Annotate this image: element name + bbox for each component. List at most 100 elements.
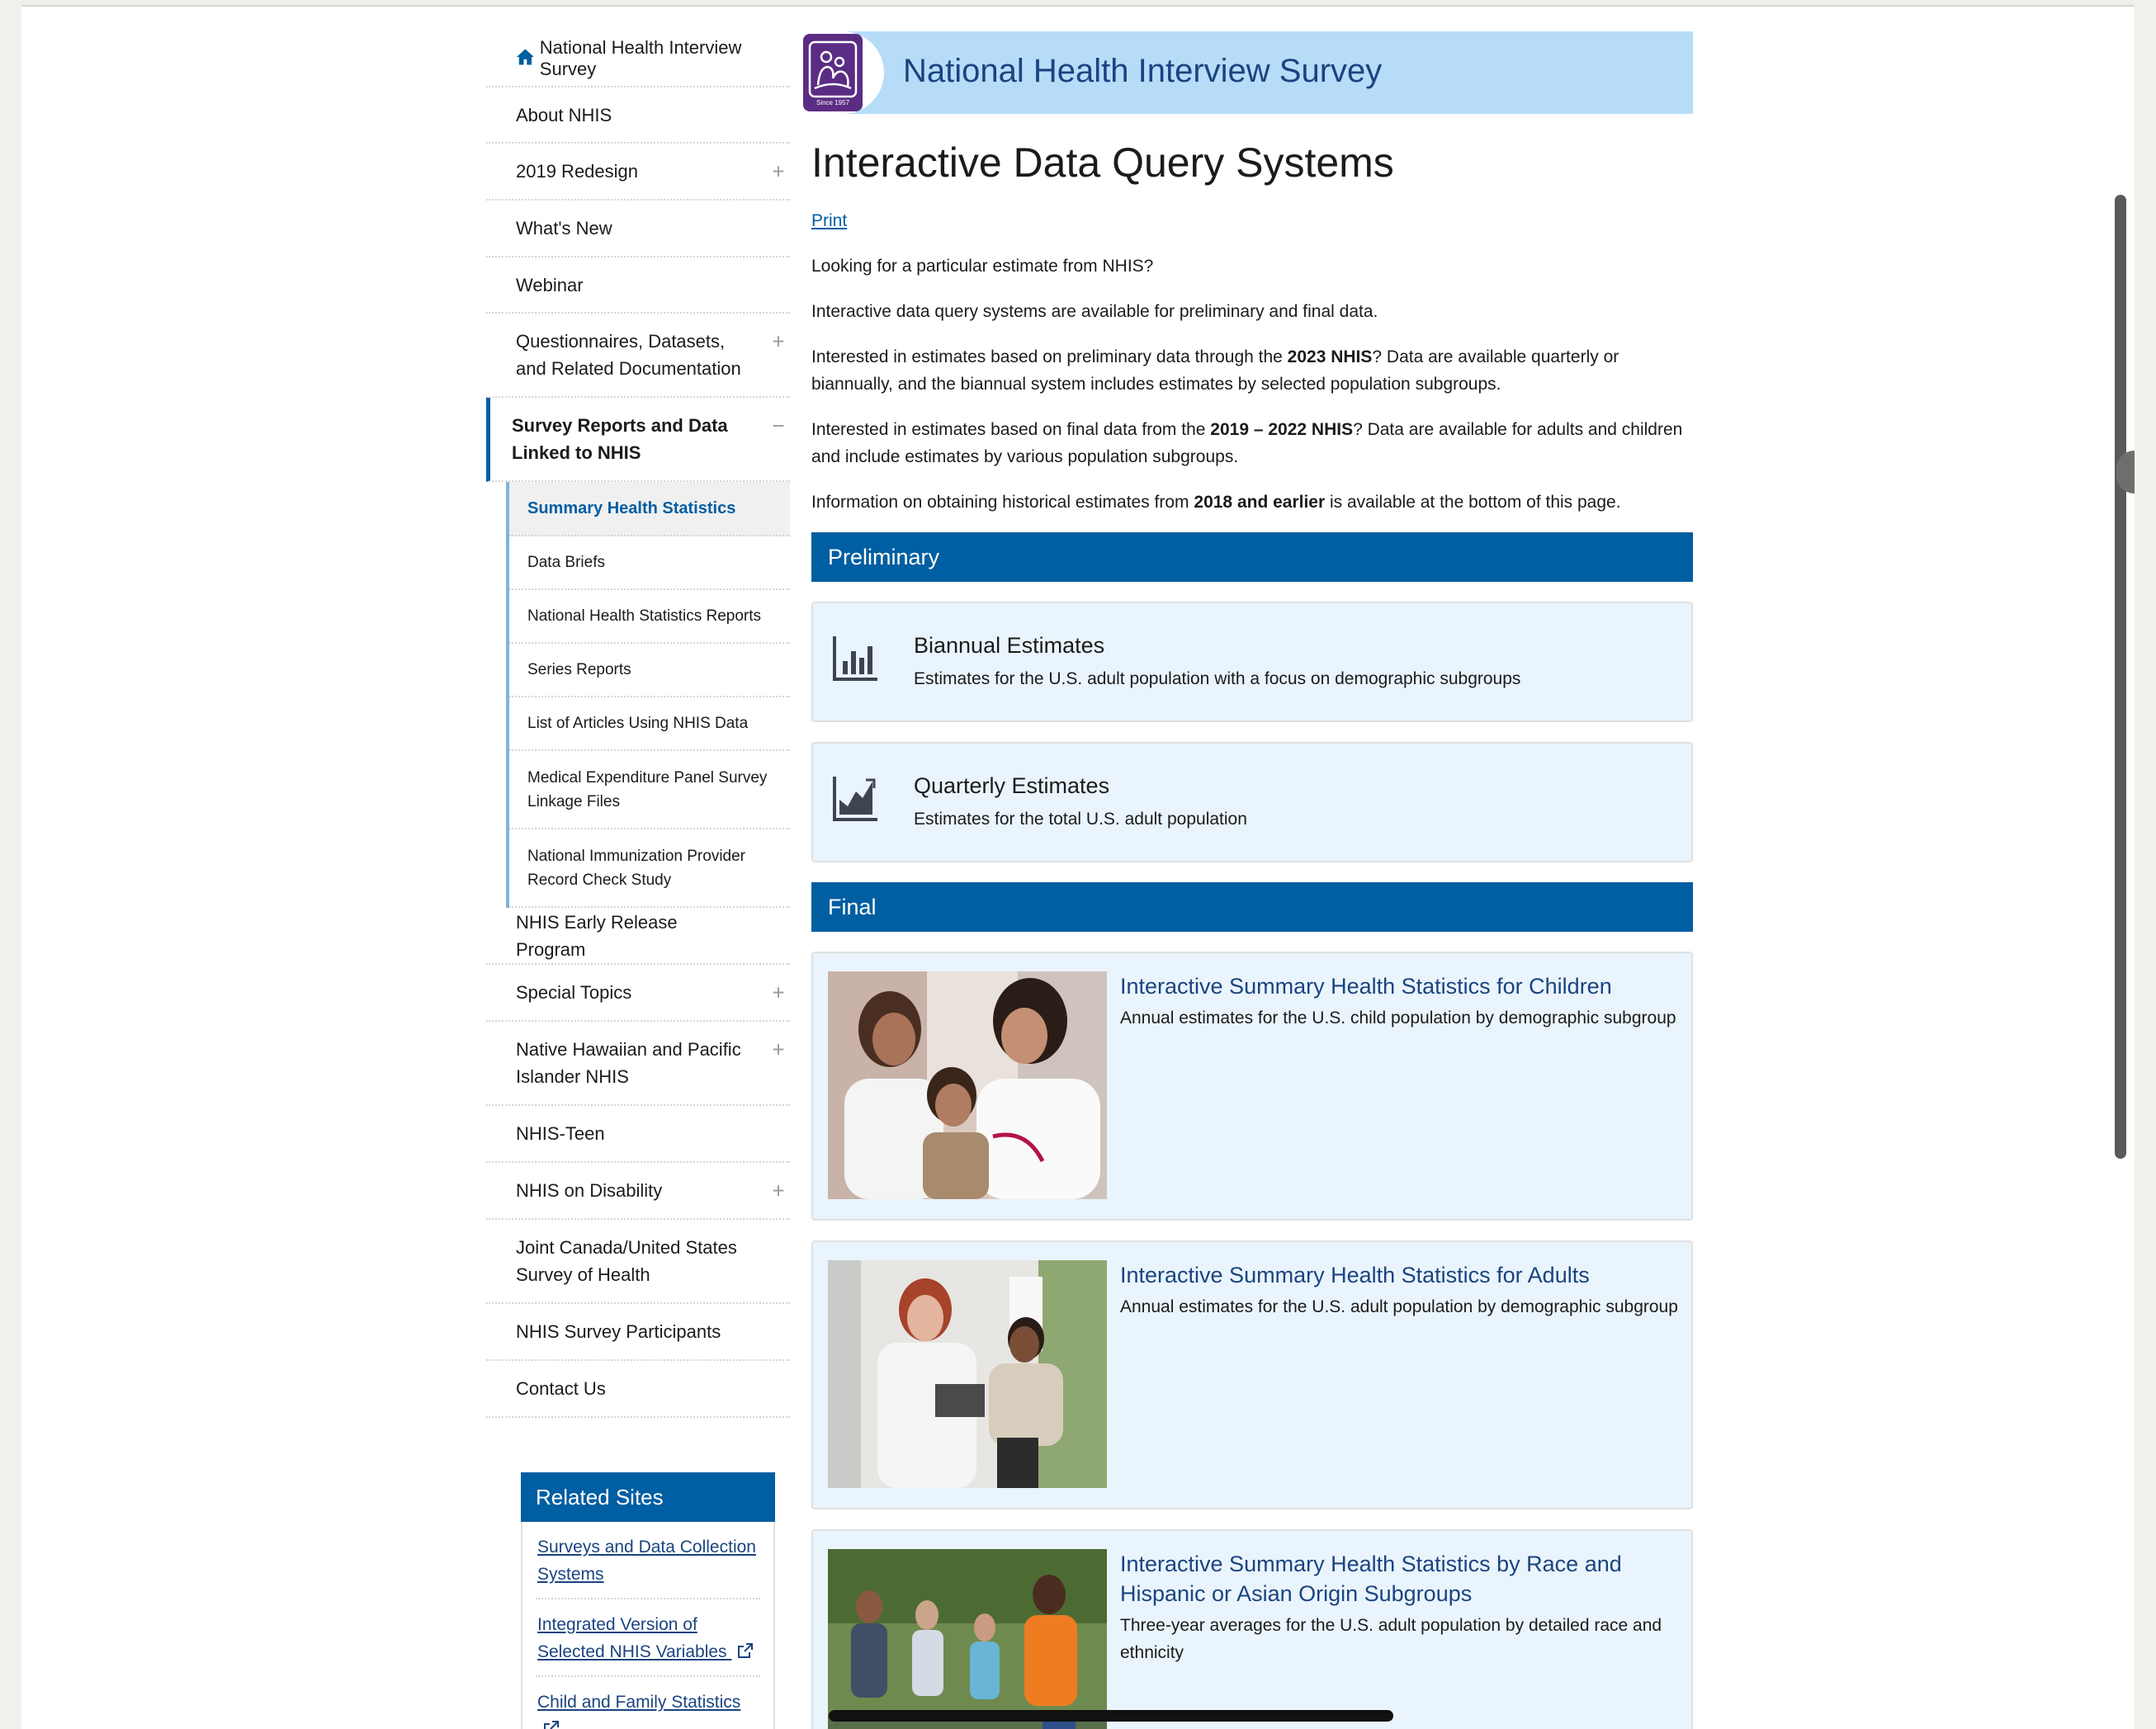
subnav-item-meps-linkage[interactable]: Medical Expenditure Panel Survey Linkage… bbox=[509, 751, 790, 829]
subnav-item-nhsr[interactable]: National Health Statistics Reports bbox=[509, 590, 790, 644]
related-sites-box: Related Sites Surveys and Data Collectio… bbox=[521, 1472, 775, 1729]
vertical-scrollbar-thumb[interactable] bbox=[2115, 195, 2126, 1159]
sidebar-item-label: Special Topics bbox=[516, 982, 632, 1003]
sidebar-nav: National Health Interview Survey About N… bbox=[486, 31, 790, 1418]
subnav-item-label: Data Briefs bbox=[527, 554, 605, 571]
subnav-item-label: National Health Statistics Reports bbox=[527, 607, 762, 625]
sidebar-item-early-release[interactable]: NHIS Early Release Program bbox=[486, 908, 790, 965]
sidebar-item-label: Survey Reports and Data Linked to NHIS bbox=[512, 415, 728, 463]
sidebar-item-label: Webinar bbox=[516, 274, 584, 295]
card-title[interactable]: Interactive Summary Health Statistics by… bbox=[1120, 1549, 1681, 1609]
sidebar-item-questionnaires[interactable]: Questionnaires, Datasets, and Related Do… bbox=[486, 314, 790, 398]
subnav-item-label: List of Articles Using NHIS Data bbox=[527, 715, 749, 732]
related-link-label: Integrated Version of Selected NHIS Vari… bbox=[537, 1615, 727, 1661]
expand-plus-icon[interactable]: + bbox=[770, 979, 787, 1006]
sidebar-item-special-topics[interactable]: Special Topics + bbox=[486, 965, 790, 1022]
page: National Health Interview Survey About N… bbox=[21, 5, 2135, 1729]
subnav-item-label: Series Reports bbox=[527, 661, 631, 678]
runners-photo bbox=[828, 1549, 1107, 1729]
sidebar-item-label: Joint Canada/United States Survey of Hea… bbox=[516, 1237, 737, 1285]
children-photo bbox=[828, 971, 1107, 1199]
subnav-item-list-of-articles[interactable]: List of Articles Using NHIS Data bbox=[509, 697, 790, 751]
external-link-icon bbox=[738, 1643, 754, 1658]
adults-statistics-card[interactable]: Interactive Summary Health Statistics fo… bbox=[811, 1240, 1693, 1509]
card-title: Quarterly Estimates bbox=[914, 773, 1110, 798]
subnav-item-immunization-check[interactable]: National Immunization Provider Record Ch… bbox=[509, 829, 790, 908]
card-title: Biannual Estimates bbox=[914, 633, 1105, 658]
sidebar-item-label: NHIS Survey Participants bbox=[516, 1321, 721, 1342]
banner-title: National Health Interview Survey bbox=[903, 53, 1383, 89]
intro-paragraph-4: Interested in estimates based on final d… bbox=[811, 420, 1683, 466]
expand-plus-icon[interactable]: + bbox=[770, 1177, 787, 1204]
adults-photo bbox=[828, 1260, 1107, 1488]
related-link-surveys[interactable]: Surveys and Data Collection Systems bbox=[536, 1522, 760, 1599]
page-title: Interactive Data Query Systems bbox=[811, 139, 1394, 186]
sidebar-item-label: 2019 Redesign bbox=[516, 161, 639, 182]
print-link[interactable]: Print bbox=[811, 211, 1693, 231]
intro-paragraph-3: Interested in estimates based on prelimi… bbox=[811, 347, 1619, 394]
sidebar-item-label: About NHIS bbox=[516, 104, 612, 125]
sidebar-item-label: NHIS-Teen bbox=[516, 1123, 605, 1144]
trend-chart-icon bbox=[833, 777, 877, 821]
expand-plus-icon[interactable]: + bbox=[770, 158, 787, 185]
related-sites-list: Surveys and Data Collection Systems Inte… bbox=[522, 1522, 773, 1729]
related-link-integrated-version[interactable]: Integrated Version of Selected NHIS Vari… bbox=[536, 1599, 760, 1677]
biannual-estimates-card[interactable]: Biannual Estimates Estimates for the U.S… bbox=[811, 602, 1693, 722]
sidebar-item-label: NHIS Early Release Program bbox=[516, 911, 678, 960]
sidebar-item-survey-participants[interactable]: NHIS Survey Participants bbox=[486, 1304, 790, 1361]
home-icon bbox=[516, 49, 534, 65]
site-banner: Since 1957 National Health Interview Sur… bbox=[801, 31, 1693, 114]
subnav-item-series-reports[interactable]: Series Reports bbox=[509, 644, 790, 697]
related-sites-heading: Related Sites bbox=[521, 1472, 775, 1522]
subnav-item-data-briefs[interactable]: Data Briefs bbox=[509, 536, 790, 590]
sidebar-item-about[interactable]: About NHIS bbox=[486, 87, 790, 144]
sidebar-item-nhis-teen[interactable]: NHIS-Teen bbox=[486, 1106, 790, 1163]
logo-since-text: Since 1957 bbox=[816, 99, 850, 106]
subnav-item-summary-health-statistics[interactable]: Summary Health Statistics bbox=[509, 482, 790, 536]
subnav-item-label: National Immunization Provider Record Ch… bbox=[527, 847, 746, 889]
quarterly-estimates-card[interactable]: Quarterly Estimates Estimates for the to… bbox=[811, 742, 1693, 862]
sidebar-item-contact-us[interactable]: Contact Us bbox=[486, 1361, 790, 1418]
subnav-item-label: Medical Expenditure Panel Survey Linkage… bbox=[527, 768, 768, 810]
card-description: Annual estimates for the U.S. child popu… bbox=[1120, 1009, 1676, 1027]
preliminary-section-heading: Preliminary bbox=[811, 532, 1693, 582]
card-title[interactable]: Interactive Summary Health Statistics fo… bbox=[1120, 971, 1681, 1001]
intro-paragraph-2: Interactive data query systems are avail… bbox=[811, 302, 1378, 321]
expand-plus-icon[interactable]: + bbox=[770, 1037, 787, 1064]
children-statistics-card[interactable]: Interactive Summary Health Statistics fo… bbox=[811, 952, 1693, 1221]
sidebar-item-disability[interactable]: NHIS on Disability + bbox=[486, 1163, 790, 1220]
nhis-logo-mark-icon: Since 1957 bbox=[808, 40, 858, 106]
intro-paragraph-1: Looking for a particular estimate from N… bbox=[811, 257, 1154, 276]
final-section-heading: Final bbox=[811, 882, 1693, 932]
subnav-item-label: Summary Health Statistics bbox=[527, 498, 736, 517]
external-link-icon bbox=[544, 1721, 559, 1729]
nhis-logo: Since 1957 bbox=[803, 34, 863, 111]
card-description: Estimates for the U.S. adult population … bbox=[914, 669, 1521, 688]
sidebar-item-whats-new[interactable]: What's New bbox=[486, 201, 790, 257]
horizontal-scrollbar-thumb[interactable] bbox=[829, 1710, 1393, 1722]
sidebar-item-survey-reports[interactable]: Survey Reports and Data Linked to NHIS − bbox=[486, 398, 790, 482]
sidebar-item-label: Contact Us bbox=[516, 1378, 606, 1399]
sidebar-item-webinar[interactable]: Webinar bbox=[486, 257, 790, 314]
related-link-label: Surveys and Data Collection Systems bbox=[537, 1538, 756, 1584]
card-description: Estimates for the total U.S. adult popul… bbox=[914, 810, 1247, 829]
sidebar-item-label: Questionnaires, Datasets, and Related Do… bbox=[516, 331, 741, 379]
related-link-label: Child and Family Statistics bbox=[537, 1693, 741, 1712]
collapse-minus-icon[interactable]: − bbox=[770, 413, 787, 440]
sidebar-item-nhpi-nhis[interactable]: Native Hawaiian and Pacific Islander NHI… bbox=[486, 1022, 790, 1106]
expand-plus-icon[interactable]: + bbox=[770, 328, 787, 356]
card-title[interactable]: Interactive Summary Health Statistics fo… bbox=[1120, 1260, 1681, 1290]
main-content: Interactive Data Query Systems Print Loo… bbox=[811, 139, 1693, 1729]
race-ethnicity-statistics-card[interactable]: Interactive Summary Health Statistics by… bbox=[811, 1529, 1693, 1729]
sidebar-home-link[interactable]: National Health Interview Survey bbox=[486, 31, 790, 87]
sidebar-item-2019-redesign[interactable]: 2019 Redesign + bbox=[486, 144, 790, 201]
sidebar-item-joint-canada-us[interactable]: Joint Canada/United States Survey of Hea… bbox=[486, 1220, 790, 1304]
related-link-child-family[interactable]: Child and Family Statistics bbox=[536, 1677, 760, 1729]
sidebar-home-label: National Health Interview Survey bbox=[539, 37, 742, 79]
sidebar-item-label: NHIS on Disability bbox=[516, 1180, 663, 1201]
card-description: Three-year averages for the U.S. adult p… bbox=[1120, 1616, 1662, 1662]
sidebar-subnav: Summary Health Statistics Data Briefs Na… bbox=[506, 482, 790, 908]
card-description: Annual estimates for the U.S. adult popu… bbox=[1120, 1297, 1678, 1316]
bar-chart-icon bbox=[833, 636, 877, 681]
intro-paragraph-5: Information on obtaining historical esti… bbox=[811, 493, 1621, 512]
